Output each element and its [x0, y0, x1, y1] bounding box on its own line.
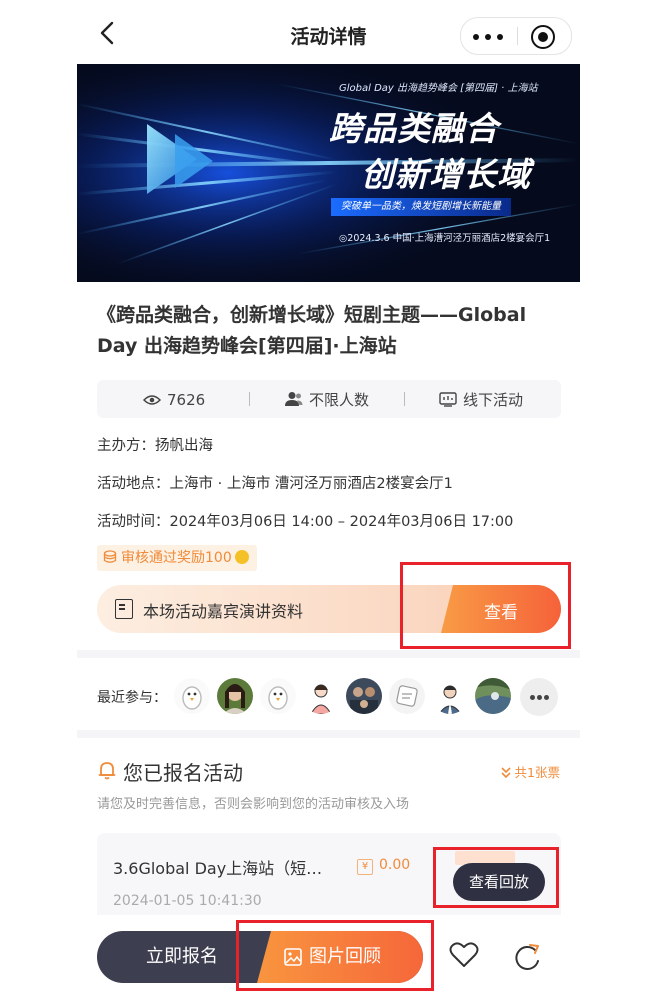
banner-subtitle: Global Day 出海趋势峰会 [第四届] · 上海站: [339, 83, 538, 94]
coin-stack-icon: [103, 550, 117, 563]
participant-avatar: [432, 678, 468, 714]
left-margin: [0, 0, 77, 1007]
materials-label: 本场活动嘉宾演讲资料: [143, 602, 304, 621]
ticket-price-value: 0.00: [379, 857, 411, 873]
location-row[interactable]: 活动地点：上海市 · 上海市 漕河泾万丽酒店2楼宴会厅1: [97, 472, 453, 493]
ticket-count-toggle[interactable]: 共1张票: [500, 762, 560, 781]
participant-avatar: [389, 678, 425, 714]
event-stats-bar: 7626 不限人数 线下活动: [97, 380, 561, 418]
navigation-bar: 活动详情: [77, 0, 580, 64]
people-icon: [285, 392, 303, 406]
organizer-row: 主办方：扬帆出海: [97, 438, 213, 454]
capacity-stat: 不限人数: [285, 390, 369, 410]
views-stat: 7626: [142, 390, 206, 410]
stats-divider: [404, 392, 405, 406]
banner-title-line1: 跨品类融合: [329, 109, 499, 148]
time-row: 活动时间：2024年03月06日 14:00 – 2024年03月06日 17:…: [97, 514, 514, 530]
banner-footer: ◎2024.3.6 中国·上海漕河泾万丽酒店2楼宴会厅1: [339, 233, 551, 244]
more-options-icon[interactable]: [473, 34, 503, 40]
participant-avatar: [217, 678, 253, 714]
recent-participants-label: 最近参与：: [97, 690, 167, 706]
participant-avatar: [260, 678, 296, 714]
right-margin: [580, 0, 657, 1007]
section-divider: [77, 650, 580, 658]
reward-text: 审核通过奖励100: [121, 550, 232, 566]
favorite-heart-icon[interactable]: [449, 941, 479, 969]
registration-hint: 请您及时完善信息，否则会影响到您的活动审核及入场: [97, 797, 410, 812]
ticket-count-text: 共1张票: [514, 765, 560, 780]
banner-title-line2: 创新增长域: [361, 155, 531, 194]
section-divider: [77, 730, 580, 738]
coin-icon: [234, 550, 249, 564]
review-reward-badge: 审核通过奖励100: [97, 545, 257, 571]
banner-tagline: 突破单一品类，焕发短剧增长新能量: [331, 198, 511, 216]
capacity-text: 不限人数: [309, 391, 370, 409]
yen-icon: ¥: [357, 859, 373, 875]
eye-icon: [142, 395, 162, 405]
participant-avatar: [174, 678, 210, 714]
double-chevron-down-icon: [500, 767, 511, 779]
close-miniprogram-icon[interactable]: [531, 25, 555, 49]
ticket-price: ¥0.00: [357, 857, 410, 875]
participant-avatar: [346, 678, 382, 714]
ticket-date: 2024-01-05 10:41:30: [113, 893, 262, 909]
views-count: 7626: [167, 391, 206, 409]
share-icon[interactable]: [513, 941, 543, 971]
highlight-box-photo-review: [236, 920, 434, 991]
bell-icon: [98, 762, 116, 780]
event-title: 《跨品类融合，创新增长域》短剧主题——Global Day 出海趋势峰会[第四届…: [97, 304, 527, 357]
highlight-box-view-materials: [400, 562, 571, 649]
stats-divider: [249, 392, 250, 406]
ticket-name: 3.6Global Day上海站（短…: [113, 859, 323, 878]
event-type-stat: 线下活动: [439, 390, 523, 410]
more-participants-button[interactable]: [520, 678, 558, 716]
event-type-text: 线下活动: [463, 391, 524, 409]
offline-event-icon: [439, 392, 457, 407]
capsule-divider: [517, 27, 518, 45]
highlight-box-replay: [433, 847, 559, 908]
participant-avatar: [303, 678, 339, 714]
participant-avatar: [475, 678, 511, 714]
document-icon: [115, 599, 133, 619]
registered-section-title: 您已报名活动: [123, 761, 243, 785]
event-banner: Global Day 出海趋势峰会 [第四届] · 上海站 跨品类融合 创新增长…: [77, 64, 580, 282]
capsule-menu: [460, 17, 572, 55]
